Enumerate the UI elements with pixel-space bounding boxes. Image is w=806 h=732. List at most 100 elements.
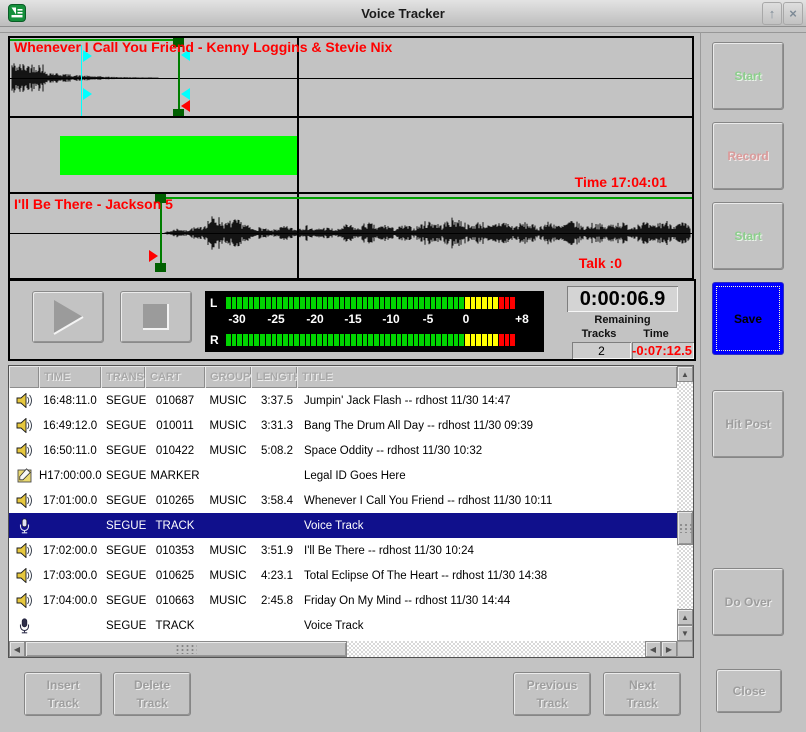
previous-track-button[interactable]: Previous Track xyxy=(513,672,591,716)
track2-record-marker-icon[interactable] xyxy=(149,250,158,262)
vu-meter-segment xyxy=(505,297,510,309)
save-button[interactable]: Save xyxy=(712,282,784,355)
horizontal-scroll-thumb[interactable] xyxy=(25,641,347,657)
vu-meter-segment xyxy=(363,334,368,346)
log-cell-trans: SEGUE xyxy=(101,470,145,482)
window-title: Voice Tracker xyxy=(0,6,806,21)
next-track-button[interactable]: Next Track xyxy=(603,672,681,716)
vu-meter-segment xyxy=(266,297,271,309)
delete-track-button[interactable]: Delete Track xyxy=(113,672,191,716)
vu-meter-segment xyxy=(454,334,459,346)
log-column-header[interactable]: TRANS xyxy=(101,366,145,388)
vu-meter-segment xyxy=(311,334,316,346)
log-row[interactable]: 17:04:00.0SEGUE010663MUSIC2:45.8Friday O… xyxy=(9,588,677,613)
hit-post-button[interactable]: Hit Post xyxy=(712,390,784,458)
speaker-icon xyxy=(9,593,39,608)
horizontal-scrollbar[interactable]: ◀ ◀ ▶ xyxy=(9,641,677,657)
log-cell-title: Total Eclipse Of The Heart -- rdhost 11/… xyxy=(297,570,677,582)
vu-meter-segment xyxy=(471,297,476,309)
vu-meter-segment xyxy=(402,334,407,346)
right-channel-label: R xyxy=(205,333,218,347)
vu-meter-segment xyxy=(436,297,441,309)
log-column-header[interactable] xyxy=(9,366,39,388)
log-row[interactable]: 17:03:00.0SEGUE010625MUSIC4:23.1Total Ec… xyxy=(9,563,677,588)
scroll-right-button[interactable]: ▶ xyxy=(661,641,677,657)
vu-meter-segment xyxy=(380,297,385,309)
log-cell-time: 17:04:00.0 xyxy=(39,595,101,607)
mic-icon xyxy=(9,618,39,634)
play-button[interactable] xyxy=(32,291,104,343)
vu-meter-segment xyxy=(391,297,396,309)
stop-button[interactable] xyxy=(120,291,192,343)
vu-meter-segment xyxy=(425,297,430,309)
record-button[interactable]: Record xyxy=(712,122,784,190)
voice-track-band[interactable]: Time 17:04:01 xyxy=(10,118,692,194)
track2-start-handle[interactable] xyxy=(155,263,166,272)
vu-meter-segment xyxy=(334,297,339,309)
log-cell-group: MUSIC xyxy=(205,570,251,582)
segue-marker-line[interactable] xyxy=(81,45,82,116)
vu-meter-segment xyxy=(419,297,424,309)
vertical-scroll-thumb[interactable] xyxy=(677,511,693,545)
vu-meter-segment xyxy=(499,334,504,346)
segue-marker-handle-icon[interactable] xyxy=(83,88,92,100)
speaker-icon xyxy=(9,418,39,433)
start-track2-button[interactable]: Start xyxy=(712,202,784,270)
shade-window-button[interactable]: ↑ xyxy=(762,2,782,25)
voice-track-region[interactable] xyxy=(60,136,299,175)
vu-meter-scale-label: -15 xyxy=(344,312,361,326)
scroll-down-button[interactable]: ▼ xyxy=(677,625,693,641)
log-cell-trans: SEGUE xyxy=(101,595,145,607)
log-column-header[interactable]: TIME xyxy=(39,366,101,388)
do-over-button[interactable]: Do Over xyxy=(712,568,784,636)
log-cell-trans: SEGUE xyxy=(101,445,145,457)
scroll-up-button[interactable]: ▲ xyxy=(677,366,693,382)
vu-meter-segment xyxy=(374,334,379,346)
track1-waveform-band[interactable]: Whenever I Call You Friend - Kenny Loggi… xyxy=(10,38,692,118)
log-row[interactable]: SEGUETRACKVoice Track xyxy=(9,613,677,638)
vu-meter-segment xyxy=(380,334,385,346)
titlebar[interactable]: Voice Tracker ↑ × xyxy=(0,0,806,27)
vu-meter-segment xyxy=(510,297,515,309)
vu-meter-segment xyxy=(277,297,282,309)
log-column-header[interactable]: LENGTH xyxy=(251,366,297,388)
close-button[interactable]: Close xyxy=(716,669,782,713)
vu-meter-segment xyxy=(493,334,498,346)
scroll-left-button[interactable]: ◀ xyxy=(9,641,25,657)
log-column-header[interactable]: CART xyxy=(145,366,205,388)
speaker-icon xyxy=(9,568,39,583)
log-column-header[interactable]: GROUP xyxy=(205,366,251,388)
vu-meter-segment xyxy=(323,334,328,346)
log-row[interactable]: 16:49:12.0SEGUE010011MUSIC3:31.3Bang The… xyxy=(9,413,677,438)
vu-meter-segment xyxy=(260,334,265,346)
log-row[interactable]: SEGUETRACKVoice Track xyxy=(9,513,677,538)
log-column-header[interactable]: TITLE xyxy=(297,366,677,388)
vertical-scrollbar[interactable]: ▲ ▲ ▼ xyxy=(677,366,693,641)
log-cell-title: Voice Track xyxy=(297,520,677,532)
log-row[interactable]: 16:48:11.0SEGUE010687MUSIC3:37.5Jumpin' … xyxy=(9,388,677,413)
vu-meter-scale-label: -5 xyxy=(423,312,434,326)
transport-panel: L -30-25-20-15-10-50+8 R 0:00:06.9 Remai… xyxy=(8,279,696,361)
fade-marker-icon[interactable] xyxy=(181,88,190,100)
record-marker-icon[interactable] xyxy=(181,100,190,112)
log-cell-time: 17:03:00.0 xyxy=(39,570,101,582)
log-row[interactable]: 17:02:00.0SEGUE010353MUSIC3:51.9I'll Be … xyxy=(9,538,677,563)
scroll-up-button[interactable]: ▲ xyxy=(677,609,693,625)
vu-meter-segment xyxy=(402,297,407,309)
vu-meter-segment xyxy=(294,334,299,346)
scroll-left-button[interactable]: ◀ xyxy=(645,641,661,657)
remaining-time-label: Time xyxy=(624,328,688,340)
log-cell-trans: SEGUE xyxy=(101,420,145,432)
vu-meter-scale: -30-25-20-15-10-50+8 xyxy=(205,312,544,327)
vu-meter-segment xyxy=(408,334,413,346)
log-cell-group: MUSIC xyxy=(205,420,251,432)
start-track1-button[interactable]: Start xyxy=(712,42,784,110)
log-row[interactable]: 16:50:11.0SEGUE010422MUSIC5:08.2Space Od… xyxy=(9,438,677,463)
close-window-button[interactable]: × xyxy=(783,2,803,25)
left-meter-segments xyxy=(226,297,515,309)
log-row[interactable]: H17:00:00.0SEGUEMARKERLegal ID Goes Here xyxy=(9,463,677,488)
track2-waveform-band[interactable]: I'll Be There - Jackson 5 Talk :0 xyxy=(10,194,692,274)
insert-track-button[interactable]: Insert Track xyxy=(24,672,102,716)
log-row[interactable]: 17:01:00.0SEGUE010265MUSIC3:58.4Whenever… xyxy=(9,488,677,513)
vu-meter-segment xyxy=(431,334,436,346)
